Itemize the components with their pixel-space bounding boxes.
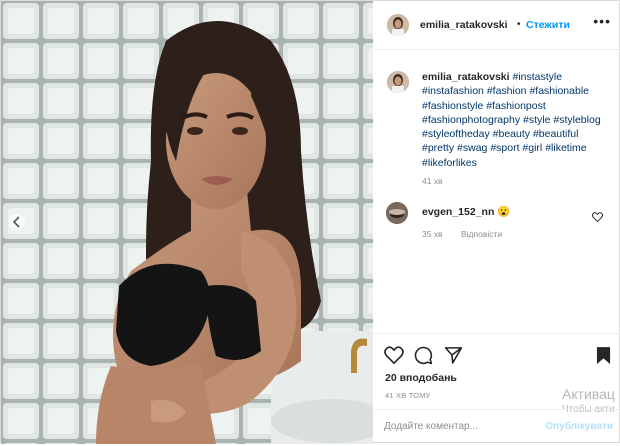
more-options-icon[interactable]: ••• — [593, 13, 611, 29]
instagram-post: emilia_ratakovski • Стежити ••• emilia_r… — [0, 0, 620, 444]
header-username[interactable]: emilia_ratakovski — [420, 19, 508, 31]
post-sidebar: emilia_ratakovski • Стежити ••• emilia_r… — [374, 1, 620, 444]
comment: evgen_152_nn 😮 — [422, 205, 510, 218]
comment-time: 35 хв — [422, 229, 443, 239]
hashtag-link[interactable]: #sport — [490, 142, 519, 154]
comment-like-icon[interactable] — [592, 209, 603, 227]
post-caption: emilia_ratakovski #instastyle #instafash… — [422, 70, 610, 170]
comment-icon[interactable] — [414, 346, 433, 370]
hashtag-link[interactable]: #pretty — [422, 142, 454, 154]
add-comment-bar: Додайте коментар... Опублікувати — [374, 409, 620, 446]
follow-button[interactable]: Стежити — [526, 19, 570, 31]
post-comment-button[interactable]: Опублікувати — [545, 421, 613, 432]
hashtag-link[interactable]: #fashionphotography — [422, 114, 520, 126]
likes-count[interactable]: 20 вподобань — [385, 372, 457, 384]
hashtag-link[interactable]: #instafashion — [422, 85, 484, 97]
hashtag-link[interactable]: #styleoftheday — [422, 128, 490, 140]
bookmark-icon[interactable] — [596, 346, 611, 370]
hashtag-link[interactable]: #fashion — [487, 85, 527, 97]
comment-username[interactable]: evgen_152_nn — [422, 206, 494, 218]
hashtag-link[interactable]: #styleblog — [553, 114, 600, 126]
comment-text: 😮 — [497, 206, 511, 218]
caption-time: 41 хв — [422, 176, 443, 186]
hashtag-link[interactable]: #fashionstyle — [422, 100, 483, 112]
hashtag-link[interactable]: #instastyle — [512, 71, 562, 83]
posted-ago: 41 ХВ ТОМУ — [385, 391, 431, 400]
post-header: emilia_ratakovski • Стежити ••• — [374, 1, 620, 50]
caption-username[interactable]: emilia_ratakovski — [422, 71, 510, 83]
commenter-avatar[interactable] — [386, 202, 408, 224]
hashtag-link[interactable]: #style — [523, 114, 550, 126]
post-actions: 20 вподобань 41 ХВ ТОМУ Активац Чтобы ак… — [374, 333, 620, 445]
hashtag-link[interactable]: #fashionable — [529, 85, 589, 97]
heart-icon[interactable] — [384, 346, 404, 369]
add-comment-input[interactable]: Додайте коментар... — [384, 421, 478, 432]
caption-hashtags: #instastyle #instafashion #fashion #fash… — [422, 71, 601, 169]
hashtag-link[interactable]: #fashionpost — [486, 100, 546, 112]
hashtag-link[interactable]: #swag — [457, 142, 487, 154]
hashtag-link[interactable]: #beauty — [493, 128, 530, 140]
hashtag-link[interactable]: #liketime — [545, 142, 586, 154]
share-icon[interactable] — [444, 346, 463, 369]
separator-dot: • — [517, 19, 521, 30]
reply-button[interactable]: Відповісти — [461, 229, 502, 239]
avatar[interactable] — [387, 14, 409, 36]
hashtag-link[interactable]: #likeforlikes — [422, 157, 477, 169]
hashtag-link[interactable]: #beautiful — [533, 128, 579, 140]
hashtag-link[interactable]: #girl — [522, 142, 542, 154]
caption-avatar[interactable] — [387, 71, 409, 93]
activation-watermark-line1: Активац — [562, 386, 615, 402]
post-photo[interactable] — [1, 1, 373, 444]
